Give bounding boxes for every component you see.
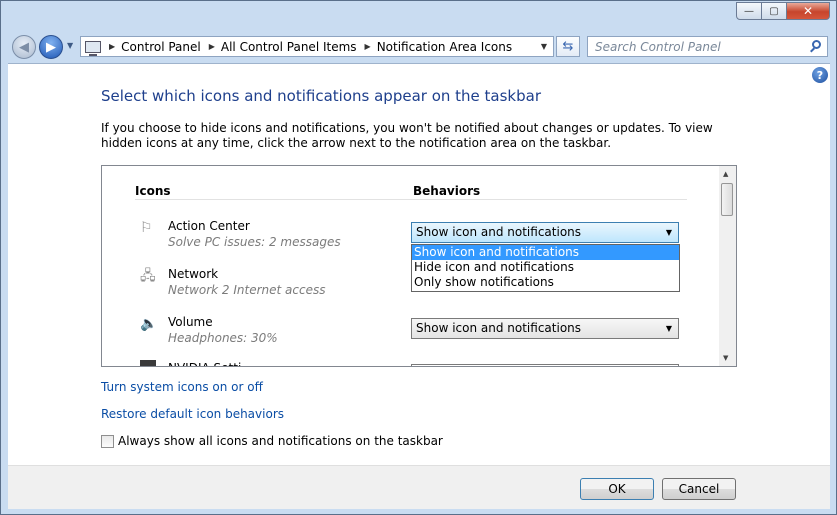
breadcrumb-separator-icon[interactable]: ▶	[209, 42, 215, 51]
behavior-select-volume[interactable]: Show icon and notifications ▼	[411, 318, 679, 339]
always-show-checkbox[interactable]	[101, 434, 114, 448]
always-show-option[interactable]: Always show all icons and notifications …	[101, 434, 443, 448]
cancel-button[interactable]: Cancel	[662, 478, 736, 500]
title-bar: — ▢ ✕	[1, 1, 836, 31]
dropdown-option-only-notifications[interactable]: Only show notifications	[412, 275, 679, 290]
close-button[interactable]: ✕	[787, 2, 830, 20]
breadcrumb-separator-icon[interactable]: ▶	[109, 42, 115, 51]
behavior-select-action-center[interactable]: Show icon and notifications ▼	[411, 222, 679, 243]
restore-defaults-link[interactable]: Restore default icon behaviors	[101, 407, 284, 421]
address-bar[interactable]: ▶ Control Panel ▶ All Control Panel Item…	[80, 36, 554, 57]
forward-button[interactable]: ▶	[39, 35, 63, 59]
list-item-status: Solve PC issues: 2 messages	[168, 235, 341, 249]
list-item-name: NVIDIA Setti...	[168, 360, 253, 366]
list-item-volume: 🔈 Volume Headphones: 30% Show icon and n…	[140, 314, 700, 362]
refresh-button[interactable]: ⇆	[556, 36, 580, 57]
flag-icon: ⚐	[140, 220, 153, 236]
page-title: Select which icons and notifications app…	[101, 87, 541, 105]
behavior-select-value: Show icon and notifications	[416, 321, 582, 335]
list-item-status: Headphones: 30%	[168, 331, 278, 345]
network-icon: 🖧	[140, 268, 156, 284]
list-item-name: Network	[168, 267, 219, 281]
chevron-down-icon: ▼	[665, 228, 672, 237]
address-dropdown-icon[interactable]: ▼	[541, 42, 547, 51]
chevron-down-icon: ▼	[665, 324, 672, 333]
content-area: ? Select which icons and notifications a…	[8, 63, 830, 465]
dropdown-option-hide[interactable]: Hide icon and notifications	[412, 260, 679, 275]
recent-pages-button[interactable]: ▼	[67, 41, 73, 50]
scroll-down-icon[interactable]: ▼	[723, 354, 728, 362]
nvidia-icon	[140, 360, 156, 366]
list-item-name: Action Center	[168, 219, 250, 233]
header-divider	[135, 199, 687, 200]
list-item-status: Network 2 Internet access	[168, 283, 326, 297]
vertical-scrollbar[interactable]: ▲ ▼	[719, 166, 736, 366]
control-panel-window: — ▢ ✕ ◀ ▶ ▼ ▶ Control Panel ▶ All Contro…	[0, 0, 837, 515]
list-item-name: Volume	[168, 315, 213, 329]
search-icon[interactable]	[812, 40, 821, 49]
scroll-up-icon[interactable]: ▲	[723, 170, 728, 178]
back-button[interactable]: ◀	[12, 35, 36, 59]
scrollbar-thumb[interactable]	[721, 183, 733, 216]
button-footer: OK Cancel	[8, 465, 830, 509]
page-description: If you choose to hide icons and notifica…	[101, 121, 713, 150]
navigation-bar: ◀ ▶ ▼ ▶ Control Panel ▶ All Control Pane…	[1, 31, 836, 63]
computer-icon	[85, 40, 101, 56]
turn-system-icons-link[interactable]: Turn system icons on or off	[101, 380, 263, 394]
always-show-label: Always show all icons and notifications …	[118, 434, 443, 448]
breadcrumb-control-panel[interactable]: Control Panel	[121, 40, 201, 54]
column-header-behaviors: Behaviors	[413, 184, 481, 198]
behavior-select-value: Show icon and notifications	[416, 225, 582, 239]
caption-buttons: — ▢ ✕	[736, 2, 830, 20]
notification-icons-list[interactable]: Icons Behaviors ⚐ Action Center Solve PC…	[101, 165, 737, 367]
behavior-dropdown-menu[interactable]: Show icon and notifications Hide icon an…	[411, 244, 680, 292]
speaker-icon: 🔈	[140, 316, 158, 332]
minimize-button[interactable]: —	[736, 2, 762, 20]
ok-button[interactable]: OK	[580, 478, 654, 500]
maximize-button[interactable]: ▢	[762, 2, 787, 20]
breadcrumb-all-items[interactable]: All Control Panel Items	[221, 40, 357, 54]
behavior-select-nvidia[interactable]	[411, 364, 679, 366]
dropdown-option-show[interactable]: Show icon and notifications	[412, 245, 679, 260]
search-input[interactable]: Search Control Panel	[587, 36, 828, 57]
breadcrumb-notification-area-icons[interactable]: Notification Area Icons	[377, 40, 512, 54]
column-header-icons: Icons	[135, 184, 171, 198]
breadcrumb-separator-icon[interactable]: ▶	[365, 42, 371, 51]
search-placeholder: Search Control Panel	[595, 40, 721, 54]
help-icon[interactable]: ?	[812, 67, 828, 83]
